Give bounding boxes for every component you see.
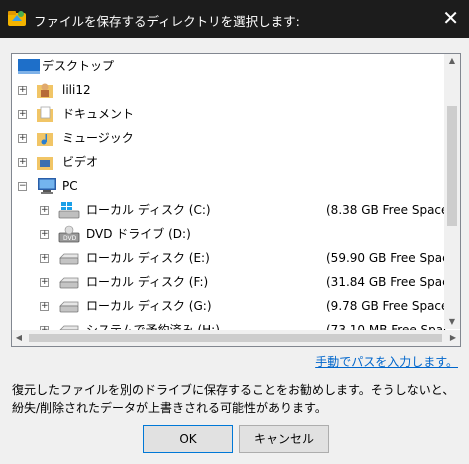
- desktop-icon: [18, 59, 40, 74]
- warning-message: 復元したファイルを別のドライブに保存することをお勧めします。そうしないと、紛失/…: [12, 383, 455, 415]
- tree-item-label: PC: [62, 179, 78, 193]
- title-bar: ファイルを保存するディレクトリを選択します: ✕: [0, 0, 469, 38]
- scroll-left-icon[interactable]: ◀: [12, 330, 26, 346]
- tree-item-label: lili12: [62, 83, 91, 97]
- tree-item-label: ミュージック: [62, 131, 134, 145]
- directory-tree[interactable]: デスクトップ + lili12 + ドキュメント + ミュージック + ビデオ …: [11, 53, 461, 347]
- tree-item-label: ドキュメント: [62, 107, 135, 121]
- expand-icon[interactable]: +: [40, 254, 49, 263]
- computer-icon: [38, 178, 56, 194]
- drive-label: ローカル ディスク (F:): [86, 275, 209, 289]
- expand-icon[interactable]: +: [40, 230, 49, 239]
- drive-d[interactable]: + DVD DVD ドライブ (D:): [16, 224, 456, 244]
- user-folder-icon: [37, 83, 53, 98]
- horizontal-scroll-thumb[interactable]: [29, 334, 442, 342]
- save-directory-dialog: ファイルを保存するディレクトリを選択します: ✕ デスクトップ + lili12…: [0, 0, 469, 464]
- expand-icon[interactable]: +: [40, 206, 49, 215]
- tree-item-label: ビデオ: [62, 155, 99, 169]
- hard-drive-icon: [59, 253, 79, 265]
- expand-icon[interactable]: +: [18, 134, 27, 143]
- drive-free-space: (59.90 GB Free Spac: [326, 251, 449, 265]
- expand-icon[interactable]: +: [18, 158, 27, 167]
- app-logo-icon: [8, 11, 26, 26]
- expand-icon[interactable]: +: [18, 110, 27, 119]
- vertical-scrollbar[interactable]: ▲ ▼: [444, 54, 460, 329]
- horizontal-scrollbar[interactable]: ◀ ▶: [12, 330, 460, 346]
- drive-c[interactable]: + ローカル ディスク (C:) (8.38 GB Free Space: [16, 200, 456, 220]
- drive-label: ローカル ディスク (C:): [86, 203, 211, 217]
- ok-button[interactable]: OK: [143, 425, 233, 453]
- manual-path-link[interactable]: 手動でパスを入力します。: [315, 353, 458, 370]
- music-folder-icon: [37, 133, 53, 146]
- drive-e[interactable]: + ローカル ディスク (E:) (59.90 GB Free Spac: [16, 248, 456, 268]
- scroll-down-icon[interactable]: ▼: [444, 315, 460, 329]
- expand-icon[interactable]: +: [40, 278, 49, 287]
- drive-label: ローカル ディスク (G:): [86, 299, 212, 313]
- dvd-drive-icon: DVD: [58, 225, 80, 243]
- tree-item-label: デスクトップ: [42, 59, 115, 73]
- vertical-scroll-thumb[interactable]: [447, 106, 457, 226]
- window-title: ファイルを保存するディレクトリを選択します:: [34, 14, 300, 29]
- expand-icon[interactable]: +: [18, 86, 27, 95]
- tree-item-videos[interactable]: + ビデオ: [16, 152, 436, 172]
- drive-free-space: (31.84 GB Free Spac: [326, 275, 449, 289]
- hard-drive-icon: [59, 277, 79, 289]
- tree-item-music[interactable]: + ミュージック: [16, 128, 436, 148]
- drive-label: DVD ドライブ (D:): [86, 227, 191, 241]
- scroll-up-icon[interactable]: ▲: [444, 54, 460, 68]
- windows-drive-icon: [58, 202, 80, 219]
- tree-item-desktop[interactable]: デスクトップ: [16, 56, 436, 76]
- documents-folder-icon: [37, 106, 53, 122]
- scroll-right-icon[interactable]: ▶: [446, 330, 460, 346]
- drive-free-space: (9.78 GB Free Space: [326, 299, 449, 313]
- tree-item-documents[interactable]: + ドキュメント: [16, 104, 436, 124]
- video-folder-icon: [37, 157, 53, 170]
- collapse-icon[interactable]: −: [18, 182, 27, 191]
- tree-item-lili12[interactable]: + lili12: [16, 80, 436, 100]
- drive-free-space: (8.38 GB Free Space: [326, 203, 449, 217]
- drive-f[interactable]: + ローカル ディスク (F:) (31.84 GB Free Spac: [16, 272, 456, 292]
- expand-icon[interactable]: +: [40, 302, 49, 311]
- drive-label: ローカル ディスク (E:): [86, 251, 210, 265]
- drive-g[interactable]: + ローカル ディスク (G:) (9.78 GB Free Space: [16, 296, 456, 316]
- close-icon[interactable]: ✕: [442, 6, 459, 30]
- tree-item-pc[interactable]: − PC: [16, 176, 436, 196]
- cancel-button[interactable]: キャンセル: [239, 425, 329, 453]
- hard-drive-icon: [59, 301, 79, 313]
- svg-text:DVD: DVD: [63, 235, 77, 242]
